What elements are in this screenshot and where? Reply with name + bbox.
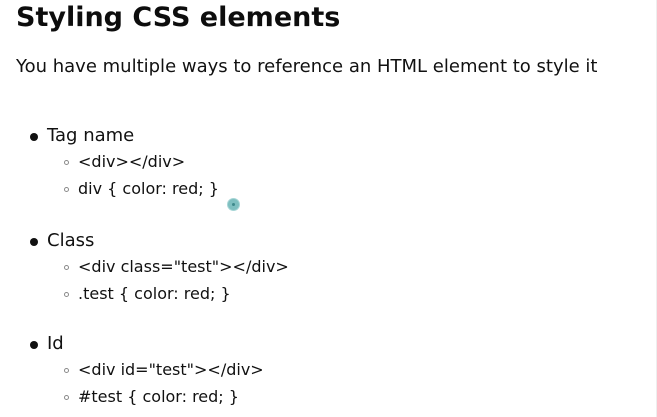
bullet-label: Tag name xyxy=(47,125,135,146)
sub-item-text: <div class="test"></div> xyxy=(78,257,289,276)
sub-item-text: <div id="test"></div> xyxy=(78,360,264,379)
sub-bullet-circle xyxy=(64,292,69,297)
bullet-label: Class xyxy=(47,230,95,251)
bullet-label: Id xyxy=(47,333,64,354)
sub-bullet-circle xyxy=(64,395,69,400)
bullet-dot xyxy=(30,133,38,141)
sub-bullet-circle xyxy=(64,368,69,373)
sub-item-text: #test { color: red; } xyxy=(78,387,239,406)
sub-item-text: <div></div> xyxy=(78,152,186,171)
sub-bullet-circle xyxy=(64,265,69,270)
slide-title: Styling CSS elements xyxy=(16,2,341,33)
sub-item-text: .test { color: red; } xyxy=(78,284,231,303)
sub-item-text: div { color: red; } xyxy=(78,179,219,198)
sub-bullet-circle xyxy=(64,187,69,192)
sub-bullet-circle xyxy=(64,160,69,165)
slide: Styling CSS elements You have multiple w… xyxy=(0,0,657,417)
mouse-cursor-icon xyxy=(228,199,239,210)
bullet-dot xyxy=(30,341,38,349)
bullet-dot xyxy=(30,238,38,246)
slide-subtitle: You have multiple ways to reference an H… xyxy=(16,56,598,77)
